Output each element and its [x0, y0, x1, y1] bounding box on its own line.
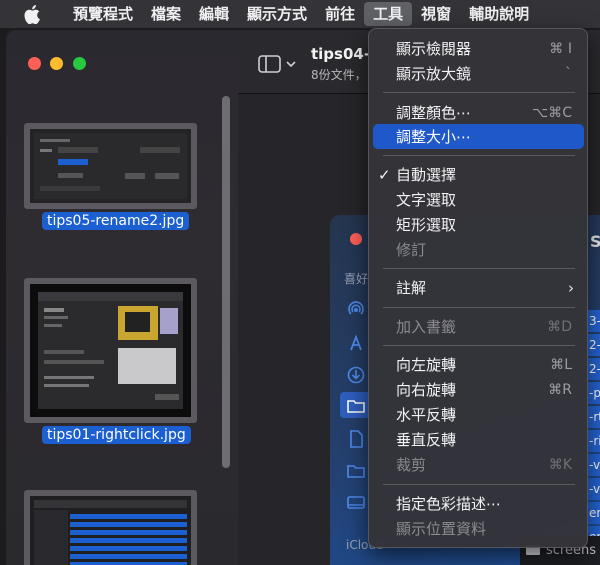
- finder-corner-letter: S: [590, 232, 600, 251]
- thumbnail-1[interactable]: [24, 123, 197, 209]
- menu-item-rotate-left[interactable]: 向左旋轉 ⌘L: [373, 352, 584, 377]
- document-icon[interactable]: [347, 430, 365, 448]
- menu-help[interactable]: 輔助說明: [460, 2, 538, 26]
- shortcut: ⌘L: [550, 356, 572, 373]
- shortcut: ⌘K: [548, 456, 572, 473]
- tools-menu: 顯示檢閱器 ⌘ I 顯示放大鏡 ` 調整顏色⋯ ⌥⌘C 調整大小⋯ ✓ 自動選擇…: [368, 28, 588, 548]
- list-item[interactable]: 2-: [586, 334, 600, 356]
- thumbnail-image: [30, 496, 191, 565]
- menu-separator: [383, 155, 575, 156]
- thumbnail-3[interactable]: [24, 490, 197, 565]
- desktop-icon[interactable]: [347, 494, 365, 512]
- zoom-button[interactable]: [73, 57, 86, 70]
- shortcut: ⌘R: [548, 381, 572, 398]
- applications-icon[interactable]: [347, 334, 365, 352]
- thumbnail-image: [30, 129, 191, 203]
- menu-item-show-inspector[interactable]: 顯示檢閱器 ⌘ I: [373, 36, 584, 61]
- menu-item-assign-profile[interactable]: 指定色彩描述⋯: [373, 491, 584, 516]
- shortcut: `: [565, 65, 572, 82]
- document-title: tips04-: [311, 45, 371, 63]
- menu-item-revise: 修訂: [396, 241, 427, 259]
- list-item[interactable]: -ri: [586, 430, 600, 452]
- apple-icon[interactable]: [22, 4, 42, 24]
- menu-item-flip-horizontal[interactable]: 水平反轉: [373, 402, 584, 427]
- menu-preview[interactable]: 預覽程式: [64, 2, 142, 26]
- list-item[interactable]: -v: [586, 478, 600, 500]
- menu-item-crop: 裁剪 ⌘K: [396, 456, 572, 474]
- shortcut: ⌘D: [547, 318, 572, 335]
- checkmark-icon: ✓: [378, 165, 391, 184]
- menu-item-show-location: 顯示位置資料: [396, 520, 487, 538]
- menu-view[interactable]: 顯示方式: [238, 2, 316, 26]
- menu-go[interactable]: 前往: [316, 2, 364, 26]
- menu-separator: [383, 92, 575, 93]
- thumbnail-label-1: tips05-rename2.jpg: [42, 212, 190, 230]
- menu-separator: [383, 345, 575, 346]
- menu-tools[interactable]: 工具: [364, 2, 413, 26]
- menu-item-show-magnifier[interactable]: 顯示放大鏡 `: [373, 61, 584, 86]
- menu-window[interactable]: 視窗: [412, 2, 460, 26]
- menu-item-rectangle-selection[interactable]: 矩形選取: [373, 212, 584, 237]
- menu-file[interactable]: 檔案: [142, 2, 190, 26]
- menu-item-annotate[interactable]: 註解 ›: [373, 275, 584, 300]
- menu-item-adjust-color[interactable]: 調整顏色⋯ ⌥⌘C: [373, 100, 584, 125]
- menu-edit[interactable]: 編輯: [190, 2, 238, 26]
- menu-item-auto-select[interactable]: ✓ 自動選擇: [373, 162, 584, 187]
- finder-section-favorites: 喜好: [344, 272, 369, 286]
- finder-close-button[interactable]: [350, 233, 362, 245]
- thumbnail-label-2: tips01-rightclick.jpg: [42, 426, 191, 444]
- list-item[interactable]: -rt: [586, 406, 600, 428]
- document-subtitle: 8份文件，: [311, 68, 367, 82]
- menu-separator: [383, 268, 575, 269]
- list-item[interactable]: 2-: [586, 358, 600, 380]
- menu-bar: 預覽程式 檔案 編輯 顯示方式 前往 工具 視窗 輔助說明: [0, 0, 600, 28]
- list-item[interactable]: 3-: [586, 310, 600, 332]
- shortcut: ⌥⌘C: [532, 104, 572, 121]
- airdrop-icon[interactable]: [347, 300, 365, 318]
- menu-item-rotate-right[interactable]: 向右旋轉 ⌘R: [373, 377, 584, 402]
- thumbnail-2[interactable]: [24, 278, 197, 423]
- menu-item-flip-vertical[interactable]: 垂直反轉: [373, 427, 584, 452]
- chevron-right-icon: ›: [568, 278, 574, 297]
- close-button[interactable]: [28, 57, 41, 70]
- menu-item-add-bookmark: 加入書籤 ⌘D: [396, 318, 572, 336]
- downloads-icon[interactable]: [347, 366, 365, 384]
- menu-separator: [383, 484, 575, 485]
- sidebar-toggle-icon[interactable]: [258, 54, 298, 78]
- list-item[interactable]: ens: [586, 502, 600, 524]
- list-item[interactable]: -p: [586, 382, 600, 404]
- menu-separator: [383, 307, 575, 308]
- list-item[interactable]: -v: [586, 454, 600, 476]
- shortcut: ⌘ I: [549, 40, 572, 57]
- thumbnail-image: [30, 284, 191, 417]
- folder-icon[interactable]: [347, 462, 365, 480]
- menu-item-text-selection[interactable]: 文字選取: [373, 187, 584, 212]
- sidebar-scrollbar[interactable]: [222, 96, 230, 468]
- menu-item-adjust-size[interactable]: 調整大小⋯: [373, 124, 584, 149]
- minimize-button[interactable]: [50, 57, 63, 70]
- folder-icon[interactable]: [347, 397, 365, 415]
